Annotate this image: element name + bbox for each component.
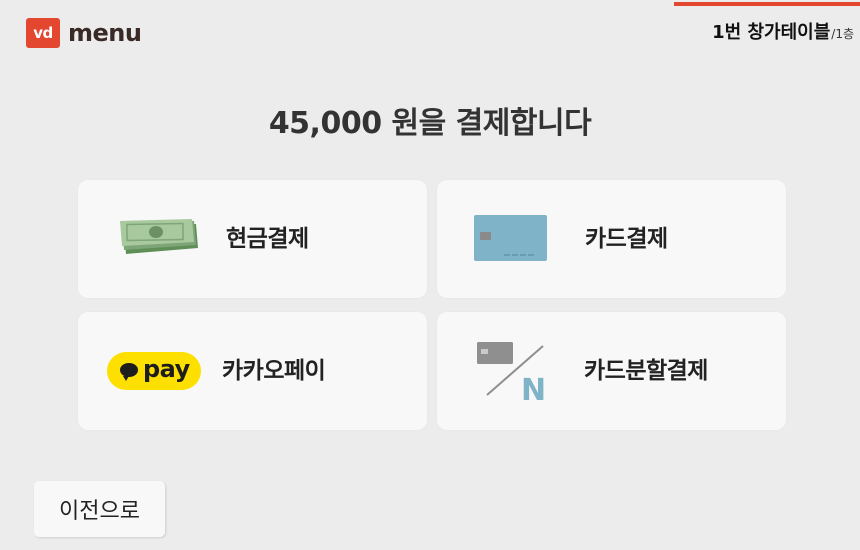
split-card-letter: N: [521, 373, 546, 402]
cash-icon: [118, 218, 200, 262]
split-card-payment-label: 카드분할결제: [584, 358, 708, 384]
split-card-payment-button[interactable]: N 카드분할결제: [437, 312, 786, 430]
payment-amount-title: 45,000 원을 결제합니다: [268, 106, 592, 141]
speech-bubble-icon: [120, 363, 138, 381]
card-payment-button[interactable]: 카드결제: [437, 180, 786, 298]
credit-card-icon: [474, 215, 548, 267]
kakaopay-button[interactable]: pay 카카오페이: [78, 312, 427, 430]
header: vd menu 1번 창가테이블 /1층: [0, 0, 860, 60]
cash-payment-button[interactable]: 현금결제: [78, 180, 427, 298]
table-floor: /1층: [831, 27, 854, 41]
table-info-accent-bar: [674, 2, 860, 6]
split-card-icon: N: [475, 340, 555, 408]
logo-badge: vd: [26, 18, 60, 48]
cash-payment-label: 현금결제: [226, 226, 309, 252]
table-name: 1번 창가테이블: [712, 22, 831, 43]
table-info: 1번 창가테이블 /1층: [674, 0, 860, 50]
logo-text: menu: [68, 19, 142, 47]
kakaopay-label: 카카오페이: [222, 358, 326, 384]
kakaopay-logo-text: pay: [143, 355, 190, 383]
logo: vd menu: [26, 18, 142, 48]
back-button[interactable]: 이전으로: [34, 481, 165, 537]
card-payment-label: 카드결제: [585, 226, 668, 252]
kakaopay-logo: pay: [107, 352, 201, 390]
